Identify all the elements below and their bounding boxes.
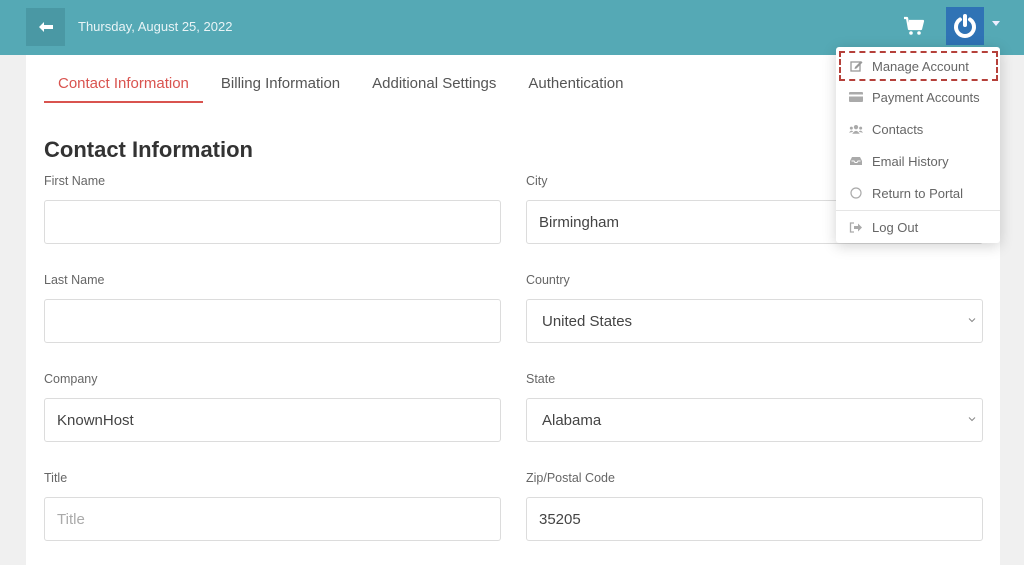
company-label: Company (44, 372, 98, 386)
users-icon (849, 123, 863, 135)
country-value: United States (542, 312, 633, 330)
country-label: Country (526, 273, 570, 287)
country-group: Country United States (526, 273, 983, 343)
arrow-left-icon (38, 22, 53, 32)
menu-item-payment-accounts[interactable]: Payment Accounts (836, 81, 1000, 113)
tab-additional-settings[interactable]: Additional Settings (358, 55, 510, 103)
inbox-icon (849, 155, 863, 167)
menu-item-label: Contacts (872, 121, 924, 137)
menu-item-label: Log Out (872, 219, 919, 235)
tab-authentication[interactable]: Authentication (514, 55, 637, 103)
last-name-label: Last Name (44, 273, 105, 287)
menu-item-return-to-portal[interactable]: Return to Portal (836, 177, 1000, 209)
tab-contact-information[interactable]: Contact Information (44, 55, 203, 103)
state-value: Alabama (542, 411, 602, 429)
edit-icon (849, 60, 863, 72)
zip-group: Zip/Postal Code 35205 (526, 471, 983, 541)
company-input[interactable]: KnownHost (44, 398, 501, 442)
title-label: Title (44, 471, 68, 485)
chevron-down-icon (968, 417, 976, 422)
zip-label: Zip/Postal Code (526, 471, 615, 485)
account-menu-button[interactable] (946, 7, 984, 45)
menu-item-label: Manage Account (872, 58, 969, 74)
country-select[interactable]: United States (526, 299, 983, 343)
title-input[interactable]: Title (44, 497, 501, 541)
menu-item-contacts[interactable]: Contacts (836, 113, 1000, 145)
company-group: Company KnownHost (44, 372, 501, 442)
zip-input[interactable]: 35205 (526, 497, 983, 541)
back-button[interactable] (26, 8, 65, 46)
sign-out-icon (849, 221, 863, 233)
menu-item-label: Email History (872, 153, 949, 169)
last-name-group: Last Name (44, 273, 501, 343)
power-icon (954, 14, 976, 38)
cart-icon[interactable] (903, 16, 925, 36)
menu-item-label: Return to Portal (872, 185, 964, 201)
tab-billing-information[interactable]: Billing Information (207, 55, 354, 103)
first-name-group: First Name (44, 174, 501, 244)
circle-icon (849, 187, 863, 199)
state-select[interactable]: Alabama (526, 398, 983, 442)
first-name-label: First Name (44, 174, 106, 188)
credit-card-icon (849, 91, 863, 103)
tab-bar: Contact Information Billing Information … (44, 55, 637, 103)
last-name-input[interactable] (44, 299, 501, 343)
first-name-input[interactable] (44, 200, 501, 244)
account-dropdown-menu: Manage Account Payment Accounts Contacts… (836, 47, 1000, 243)
state-group: State Alabama (526, 372, 983, 442)
title-group: Title Title (44, 471, 501, 541)
state-label: State (526, 372, 556, 386)
current-date: Thursday, August 25, 2022 (78, 19, 233, 34)
menu-item-email-history[interactable]: Email History (836, 145, 1000, 177)
chevron-down-icon (968, 318, 976, 323)
menu-item-label: Payment Accounts (872, 89, 980, 105)
caret-down-icon[interactable] (992, 21, 1000, 26)
menu-item-log-out[interactable]: Log Out (836, 211, 1000, 243)
section-title: Contact Information (44, 137, 253, 162)
menu-item-manage-account[interactable]: Manage Account (838, 50, 999, 82)
